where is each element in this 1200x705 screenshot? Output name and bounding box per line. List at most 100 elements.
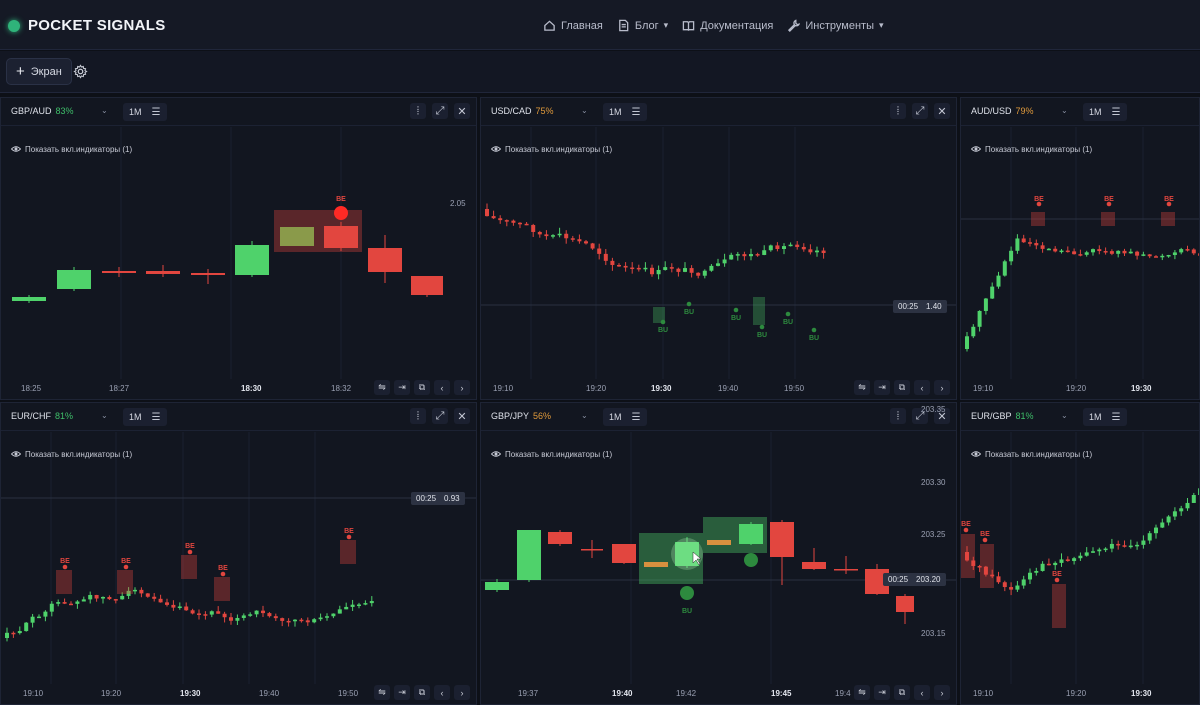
bearish-candle: [623, 265, 628, 268]
chevron-left-icon[interactable]: ‹: [434, 685, 450, 700]
expand-icon[interactable]: ⤢: [912, 103, 928, 119]
drag-handle-icon[interactable]: ⦙: [890, 408, 906, 424]
candlestick-chart[interactable]: BE BE BE: [961, 432, 1199, 704]
copy-icon[interactable]: ⧉: [414, 685, 430, 700]
settings-sliders-icon[interactable]: ⇋: [854, 380, 870, 395]
timeframe-selector[interactable]: 1M ☰: [123, 103, 167, 121]
chart-area[interactable]: BE BE BE BE BE: [1, 432, 476, 704]
expand-icon[interactable]: ⤢: [432, 408, 448, 424]
show-indicators-toggle[interactable]: Показать вкл.индикаторы (1): [11, 449, 132, 459]
chart-area[interactable]: BE BE BE: [961, 432, 1199, 704]
show-indicators-toggle[interactable]: Показать вкл.индикаторы (1): [971, 144, 1092, 154]
chart-panel-gbp-aud[interactable]: GBP/AUD 83% ⌄ 1M ☰ ⦙ ⤢ ✕ BE Показать вкл.индикато…: [0, 97, 477, 400]
candlestick-chart[interactable]: BE BE BE BE BE: [1, 432, 476, 704]
chevron-right-icon[interactable]: ›: [934, 685, 950, 700]
chart-panel-eur-gbp[interactable]: EUR/GBP 81% ⌄ 1M ☰ BE BE BE Показать вкл.индикат…: [960, 402, 1200, 705]
menu-icon[interactable]: ☰: [152, 412, 161, 423]
add-screen-button[interactable]: + Экран: [6, 58, 72, 85]
candlestick-chart[interactable]: BE BE BE: [961, 127, 1199, 399]
expand-icon[interactable]: ⤢: [432, 103, 448, 119]
pair-selector[interactable]: AUD/USD 79%: [971, 106, 1034, 116]
drag-handle-icon[interactable]: ⦙: [890, 103, 906, 119]
timeframe-selector[interactable]: 1M ☰: [1083, 103, 1127, 121]
bearish-candle: [581, 549, 603, 551]
chevron-left-icon[interactable]: ‹: [914, 685, 930, 700]
chart-panel-eur-chf[interactable]: EUR/CHF 81% ⌄ 1M ☰ ⦙ ⤢ ✕ BE BE BE BE BE Показать вкл.…: [0, 402, 477, 705]
scroll-to-end-icon[interactable]: ⇥: [874, 380, 890, 395]
book-icon: [682, 21, 695, 31]
chart-panel-aud-usd[interactable]: AUD/USD 79% ⌄ 1M ☰ BE BE BE Показать вкл.индикат…: [960, 97, 1200, 400]
pair-selector[interactable]: EUR/CHF 81%: [11, 411, 73, 421]
signal-zone: [1031, 212, 1045, 226]
pair-selector[interactable]: GBP/JPY 56%: [491, 411, 551, 421]
show-indicators-toggle[interactable]: Показать вкл.индикаторы (1): [491, 449, 612, 459]
chevron-down-icon[interactable]: ⌄: [581, 411, 588, 420]
scroll-to-end-icon[interactable]: ⇥: [394, 685, 410, 700]
menu-icon[interactable]: ☰: [1112, 107, 1121, 118]
menu-icon[interactable]: ☰: [152, 107, 161, 118]
gear-icon[interactable]: [73, 64, 88, 79]
close-icon[interactable]: ✕: [454, 408, 470, 424]
chevron-down-icon[interactable]: ⌄: [1061, 106, 1068, 115]
candlestick-chart[interactable]: BU: [481, 432, 956, 704]
nav-blog[interactable]: Блог ▾: [617, 19, 668, 32]
menu-icon[interactable]: ☰: [1112, 412, 1121, 423]
chevron-down-icon[interactable]: ⌄: [101, 411, 108, 420]
nav-tools[interactable]: Инструменты ▾: [787, 19, 884, 32]
chevron-right-icon[interactable]: ›: [454, 380, 470, 395]
chart-area[interactable]: BE: [1, 127, 476, 399]
chart-panel-usd-cad[interactable]: USD/CAD 75% ⌄ 1M ☰ ⦙ ⤢ ✕ BU BU BU BU BU BU Показать вк…: [480, 97, 957, 400]
chart-area[interactable]: BU: [481, 432, 956, 704]
pair-selector[interactable]: USD/CAD 75%: [491, 106, 554, 116]
show-indicators-toggle[interactable]: Показать вкл.индикаторы (1): [971, 449, 1092, 459]
show-indicators-toggle[interactable]: Показать вкл.индикаторы (1): [491, 144, 612, 154]
pair-selector[interactable]: EUR/GBP 81%: [971, 411, 1034, 421]
show-indicators-toggle[interactable]: Показать вкл.индикаторы (1): [11, 144, 132, 154]
settings-sliders-icon[interactable]: ⇋: [374, 380, 390, 395]
chevron-right-icon[interactable]: ›: [454, 685, 470, 700]
pair-selector[interactable]: GBP/AUD 83%: [11, 106, 74, 116]
bullish-candle: [977, 310, 982, 327]
chevron-left-icon[interactable]: ‹: [434, 380, 450, 395]
timeframe-selector[interactable]: 1M ☰: [123, 408, 167, 426]
chevron-down-icon[interactable]: ⌄: [1061, 411, 1068, 420]
close-icon[interactable]: ✕: [454, 103, 470, 119]
chart-area[interactable]: BE BE BE: [961, 127, 1199, 399]
bullish-candle: [1046, 248, 1051, 251]
scroll-to-end-icon[interactable]: ⇥: [874, 685, 890, 700]
chevron-down-icon[interactable]: ⌄: [101, 106, 108, 115]
candlestick-chart[interactable]: BE: [1, 127, 476, 399]
nav-home[interactable]: Главная: [543, 19, 603, 32]
nav-docs[interactable]: Документация: [682, 19, 773, 32]
timeframe-selector[interactable]: 1M ☰: [603, 408, 647, 426]
copy-icon[interactable]: ⧉: [894, 380, 910, 395]
close-icon[interactable]: ✕: [934, 103, 950, 119]
chart-area[interactable]: BU BU BU BU BU BU: [481, 127, 956, 399]
menu-icon[interactable]: ☰: [632, 412, 641, 423]
logo[interactable]: POCKET SIGNALS: [8, 17, 166, 34]
bearish-candle: [548, 532, 572, 544]
bullish-candle: [1160, 255, 1165, 258]
bullish-candle: [768, 245, 773, 251]
chart-panel-gbp-jpy[interactable]: GBP/JPY 56% ⌄ 1M ☰ ⦙ ⤢ ✕ BU Показать вкл.индикато…: [480, 402, 957, 705]
chevron-right-icon[interactable]: ›: [934, 380, 950, 395]
timeframe-selector[interactable]: 1M ☰: [603, 103, 647, 121]
bearish-candle: [197, 613, 201, 615]
bullish-candle: [729, 254, 734, 260]
menu-icon[interactable]: ☰: [632, 107, 641, 118]
time-tick-label: 19:40: [718, 384, 739, 393]
bullish-candle: [643, 267, 648, 270]
drag-handle-icon[interactable]: ⦙: [410, 408, 426, 424]
signal-label: BU: [757, 332, 767, 339]
scroll-to-end-icon[interactable]: ⇥: [394, 380, 410, 395]
candlestick-chart[interactable]: BU BU BU BU BU BU: [481, 127, 956, 399]
settings-sliders-icon[interactable]: ⇋: [854, 685, 870, 700]
copy-icon[interactable]: ⧉: [894, 685, 910, 700]
chevron-down-icon[interactable]: ⌄: [581, 106, 588, 115]
settings-sliders-icon[interactable]: ⇋: [374, 685, 390, 700]
timeframe-selector[interactable]: 1M ☰: [1083, 408, 1127, 426]
copy-icon[interactable]: ⧉: [414, 380, 430, 395]
chevron-left-icon[interactable]: ‹: [914, 380, 930, 395]
nav-docs-label: Документация: [700, 19, 774, 32]
drag-handle-icon[interactable]: ⦙: [410, 103, 426, 119]
